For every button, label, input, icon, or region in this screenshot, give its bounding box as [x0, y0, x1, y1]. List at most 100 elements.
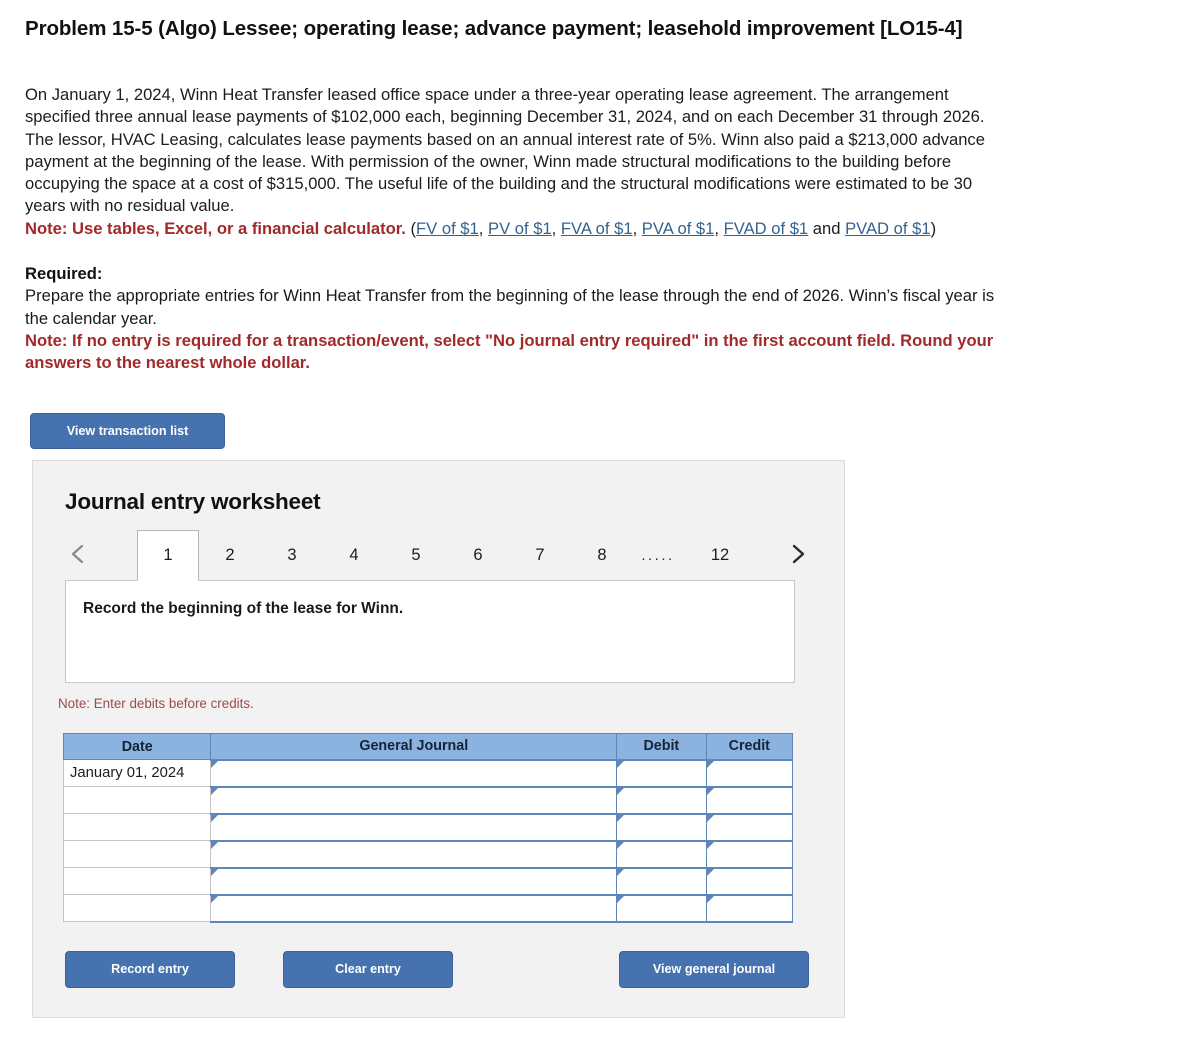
column-header-date: Date — [62, 733, 212, 760]
dropdown-marker-icon — [706, 814, 714, 822]
dropdown-marker-icon — [617, 868, 625, 876]
dropdown-marker-icon — [617, 841, 625, 849]
worksheet-tab-6[interactable]: 6 — [447, 530, 509, 581]
cell-debit-1[interactable] — [616, 758, 707, 787]
cell-credit-3[interactable] — [705, 812, 794, 841]
worksheet-tab-3[interactable]: 3 — [261, 530, 323, 581]
worksheet-tab-5[interactable]: 5 — [385, 530, 447, 581]
dropdown-marker-icon — [211, 760, 219, 768]
dropdown-marker-icon — [706, 787, 714, 795]
cell-debit-3[interactable] — [616, 812, 707, 841]
cell-debit-4[interactable] — [616, 839, 707, 868]
worksheet-tabstrip: 1 2 3 4 5 6 7 8 ..... 12 — [63, 530, 815, 581]
cell-credit-2[interactable] — [705, 785, 794, 814]
required-section: Required: Prepare the appropriate entrie… — [25, 263, 1185, 374]
dropdown-marker-icon — [211, 895, 219, 903]
narrative-line-6: years with no residual value. — [25, 196, 235, 216]
required-label: Required: — [25, 264, 103, 283]
required-line-2: the calendar year. — [25, 308, 157, 328]
cell-date-5[interactable] — [62, 867, 212, 895]
table-row — [62, 866, 794, 895]
narrative-line-4: payment at the beginning of the lease. W… — [25, 151, 952, 171]
cell-date-3[interactable] — [62, 813, 212, 841]
worksheet-tab-4[interactable]: 4 — [323, 530, 385, 581]
narrative-line-5: occupying the space at a cost of $315,00… — [25, 174, 973, 194]
cell-debit-2[interactable] — [616, 785, 707, 814]
worksheet-tab-12[interactable]: 12 — [689, 530, 751, 581]
cell-general-journal-4[interactable] — [210, 839, 618, 868]
links-sep-2: , — [551, 218, 561, 238]
dropdown-marker-icon — [617, 787, 625, 795]
worksheet-tab-2[interactable]: 2 — [199, 530, 261, 581]
dropdown-marker-icon — [211, 868, 219, 876]
cell-date-1[interactable]: January 01, 2024 — [62, 759, 212, 787]
narrative-line-1: On January 1, 2024, Winn Heat Transfer l… — [25, 85, 949, 104]
table-row — [62, 812, 794, 841]
table-row: January 01, 2024 — [62, 758, 794, 787]
link-fv-of-1[interactable]: FV of $1 — [416, 219, 479, 238]
dropdown-marker-icon — [706, 895, 714, 903]
links-sep-1: , — [478, 218, 489, 238]
table-row — [62, 839, 794, 868]
links-sep-3: , — [632, 218, 642, 238]
chevron-right-icon[interactable] — [785, 539, 811, 569]
worksheet-tab-1[interactable]: 1 — [137, 530, 199, 581]
view-transaction-list-button[interactable]: View transaction list — [30, 413, 225, 449]
dropdown-marker-icon — [706, 760, 714, 768]
table-row — [62, 893, 794, 923]
worksheet-tab-8[interactable]: 8 — [571, 530, 633, 581]
dropdown-marker-icon — [706, 868, 714, 876]
cell-credit-1[interactable] — [705, 758, 794, 787]
dropdown-marker-icon — [211, 841, 219, 849]
dropdown-marker-icon — [706, 841, 714, 849]
record-entry-button[interactable]: Record entry — [65, 951, 235, 988]
link-pvad-of-1[interactable]: PVAD of $1 — [845, 219, 930, 238]
worksheet-tab-ellipsis: ..... — [641, 547, 675, 564]
cell-date-4[interactable] — [62, 840, 212, 868]
required-note-line-1: Note: If no entry is required for a tran… — [25, 330, 994, 350]
cell-date-6[interactable] — [62, 894, 212, 922]
cell-date-2[interactable] — [62, 786, 212, 814]
cell-general-journal-3[interactable] — [210, 812, 618, 841]
transaction-description-text: Record the beginning of the lease for Wi… — [83, 600, 404, 617]
dropdown-marker-icon — [211, 787, 219, 795]
narrative-line-2: specified three annual lease payments of… — [25, 107, 985, 127]
problem-narrative: On January 1, 2024, Winn Heat Transfer l… — [25, 84, 1175, 240]
chevron-left-icon[interactable] — [65, 539, 91, 569]
dropdown-marker-icon — [617, 895, 625, 903]
note-enter-debits: Note: Enter debits before credits. — [58, 696, 254, 711]
table-row — [62, 785, 794, 814]
cell-credit-5[interactable] — [705, 866, 794, 895]
links-sep-4: , — [714, 218, 724, 238]
transaction-description-box: Record the beginning of the lease for Wi… — [65, 580, 795, 683]
cell-general-journal-5[interactable] — [210, 866, 618, 895]
view-general-journal-button[interactable]: View general journal — [619, 951, 809, 988]
column-header-general-journal: General Journal — [210, 733, 618, 760]
cell-debit-6[interactable] — [616, 893, 707, 923]
cell-credit-6[interactable] — [705, 893, 794, 923]
link-pva-of-1[interactable]: PVA of $1 — [642, 219, 715, 238]
cell-general-journal-6[interactable] — [210, 893, 618, 923]
column-header-credit: Credit — [705, 733, 794, 760]
links-and: and — [808, 218, 846, 238]
links-close-paren: ) — [930, 218, 937, 238]
problem-title: Problem 15-5 (Algo) Lessee; operating le… — [25, 17, 963, 40]
worksheet-tab-7[interactable]: 7 — [509, 530, 571, 581]
required-note-line-2: answers to the nearest whole dollar. — [25, 353, 310, 373]
link-pv-of-1[interactable]: PV of $1 — [488, 219, 552, 238]
journal-entry-table: Date General Journal Debit Credit Januar… — [62, 733, 794, 923]
dropdown-marker-icon — [617, 814, 625, 822]
cell-debit-5[interactable] — [616, 866, 707, 895]
dropdown-marker-icon — [617, 760, 625, 768]
narrative-line-3: The lessor, HVAC Leasing, calculates lea… — [25, 129, 985, 149]
required-line-1: Prepare the appropriate entries for Winn… — [25, 286, 995, 306]
cell-general-journal-1[interactable] — [210, 758, 618, 787]
link-fvad-of-1[interactable]: FVAD of $1 — [724, 219, 809, 238]
cell-credit-4[interactable] — [705, 839, 794, 868]
journal-entry-worksheet-panel: Journal entry worksheet 1 2 3 4 5 6 7 8 … — [32, 460, 845, 1018]
worksheet-title: Journal entry worksheet — [65, 489, 321, 514]
cell-general-journal-2[interactable] — [210, 785, 618, 814]
clear-entry-button[interactable]: Clear entry — [283, 951, 453, 988]
link-fva-of-1[interactable]: FVA of $1 — [561, 219, 633, 238]
note-use-tables: Note: Use tables, Excel, or a financial … — [25, 218, 406, 238]
